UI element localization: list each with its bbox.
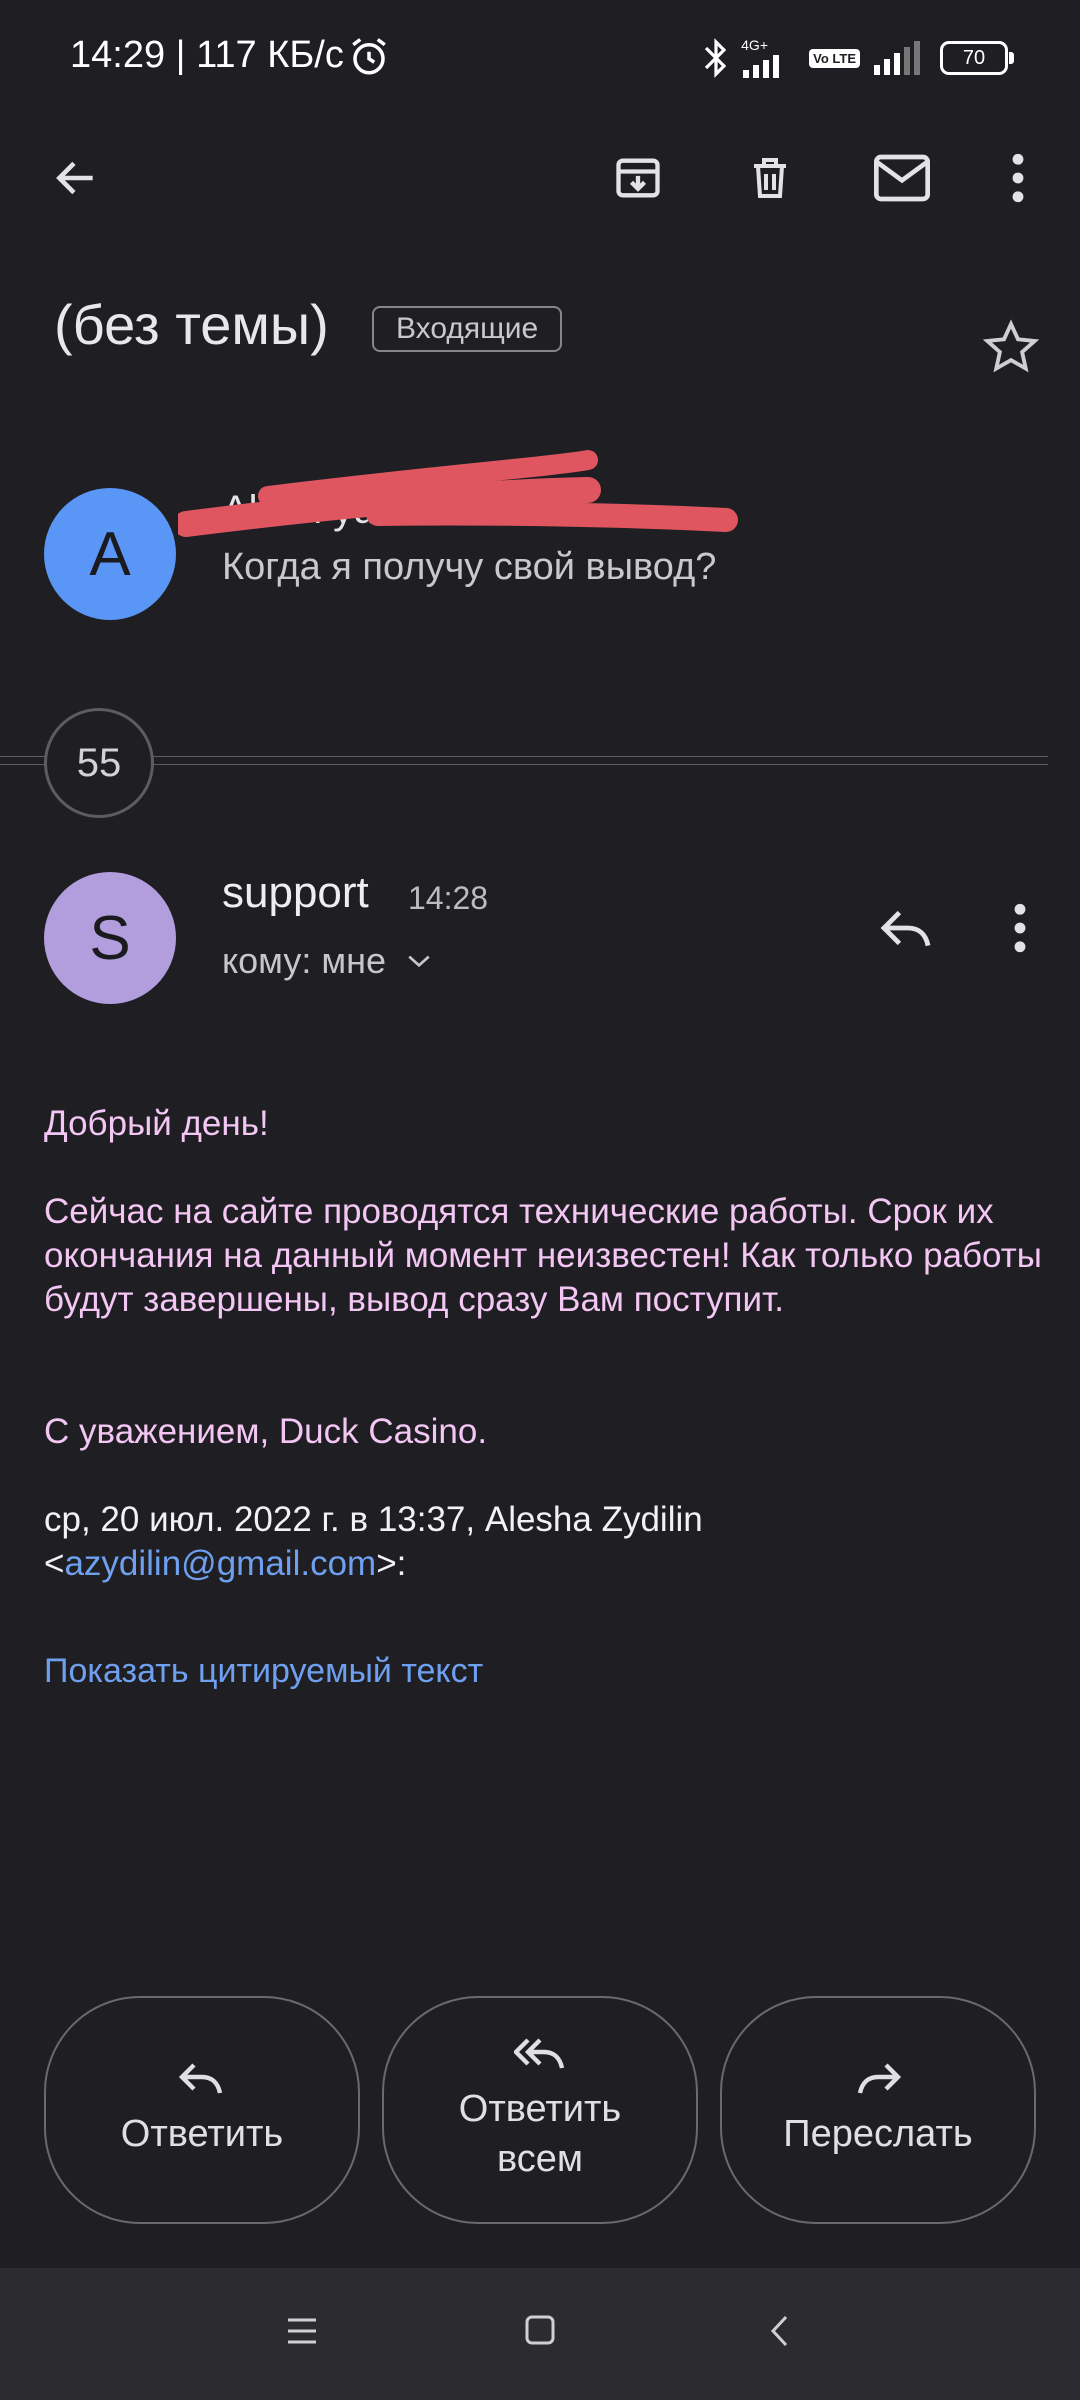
quote-header: ср, 20 июл. 2022 г. в 13:37, Alesha Zydi…	[44, 1498, 1044, 1586]
forward-button[interactable]: Переслать	[720, 1996, 1036, 2224]
status-time: 14:29 | 117 КБ/с	[70, 34, 344, 76]
body-paragraph: Сейчас на сайте проводятся технические р…	[44, 1192, 1042, 1319]
more-vert-icon[interactable]	[988, 148, 1048, 208]
mark-unread-icon[interactable]	[872, 148, 932, 208]
message-time: 14:28	[408, 880, 489, 916]
quote-header-line: ср, 20 июл. 2022 г. в 13:37, Alesha Zydi…	[44, 1500, 703, 1539]
message-sender[interactable]: support	[222, 868, 369, 918]
status-bar: 14:29 | 117 КБ/с 4G+ Vo LTE 70	[0, 0, 1080, 120]
home-icon[interactable]	[524, 2314, 556, 2346]
reply-label: Ответить	[120, 2113, 284, 2155]
show-quoted-text-link[interactable]: Показать цитируемый текст	[44, 1652, 483, 1691]
inbox-label-chip[interactable]: Входящие	[372, 306, 563, 352]
forward-label: Переслать	[783, 2113, 973, 2155]
signal-icon-2	[874, 41, 920, 75]
delete-icon[interactable]	[740, 148, 800, 208]
forward-icon	[857, 2063, 902, 2094]
menu-icon[interactable]	[286, 2316, 318, 2346]
back-arrow-icon[interactable]	[46, 148, 106, 208]
reply-all-label-1: Ответить	[458, 2088, 622, 2130]
star-icon[interactable]	[982, 318, 1042, 378]
back-nav-icon[interactable]	[768, 2314, 792, 2348]
reply-button[interactable]: Ответить	[44, 1996, 360, 2224]
reply-icon[interactable]	[876, 898, 936, 958]
reply-icon	[178, 2063, 223, 2094]
reply-all-icon	[514, 2038, 565, 2069]
network-type-label: 4G+	[741, 37, 768, 53]
battery-level: 70	[962, 46, 986, 69]
avatar-letter: A	[89, 519, 131, 589]
collapsed-divider-top	[0, 756, 1048, 757]
avatar-letter: S	[89, 903, 131, 973]
reply-all-label-2: всем	[496, 2138, 584, 2180]
chevron-down-icon	[408, 955, 430, 968]
redaction-scribble	[178, 450, 738, 537]
body-greeting: Добрый день!	[44, 1104, 269, 1143]
recipient-label: кому: мне	[222, 940, 386, 981]
message-more-icon[interactable]	[990, 898, 1050, 958]
body-signature: С уважением, Duck Casino.	[44, 1412, 488, 1451]
recipient-toggle[interactable]: кому: мне	[222, 940, 432, 982]
quote-email-link[interactable]: azydilin@gmail.com	[64, 1544, 376, 1583]
reply-all-button[interactable]: Ответить всем	[382, 1996, 698, 2224]
archive-icon[interactable]	[608, 148, 668, 208]
signal-icon-1	[743, 55, 780, 78]
quote-email-open: <	[44, 1544, 65, 1583]
message-snippet: Когда я получу свой вывод?	[222, 546, 717, 588]
collapsed-divider-bottom	[0, 764, 1048, 765]
status-icons: 4G+ Vo LTE 70	[703, 36, 1014, 80]
alarm-icon	[352, 38, 386, 75]
quote-email-line: <azydilin@gmail.com>:	[44, 1542, 1044, 1586]
subject-title: (без темы)	[54, 293, 329, 356]
battery-icon: 70	[940, 41, 1014, 75]
avatar-a[interactable]: A	[44, 488, 176, 620]
volte-badge: Vo LTE	[809, 48, 860, 68]
avatar-s[interactable]: S	[44, 872, 176, 1004]
bluetooth-icon	[705, 38, 727, 78]
collapsed-count[interactable]: 55	[44, 708, 154, 818]
quote-email-close: >:	[376, 1544, 407, 1583]
system-nav-bar	[0, 2268, 1080, 2400]
